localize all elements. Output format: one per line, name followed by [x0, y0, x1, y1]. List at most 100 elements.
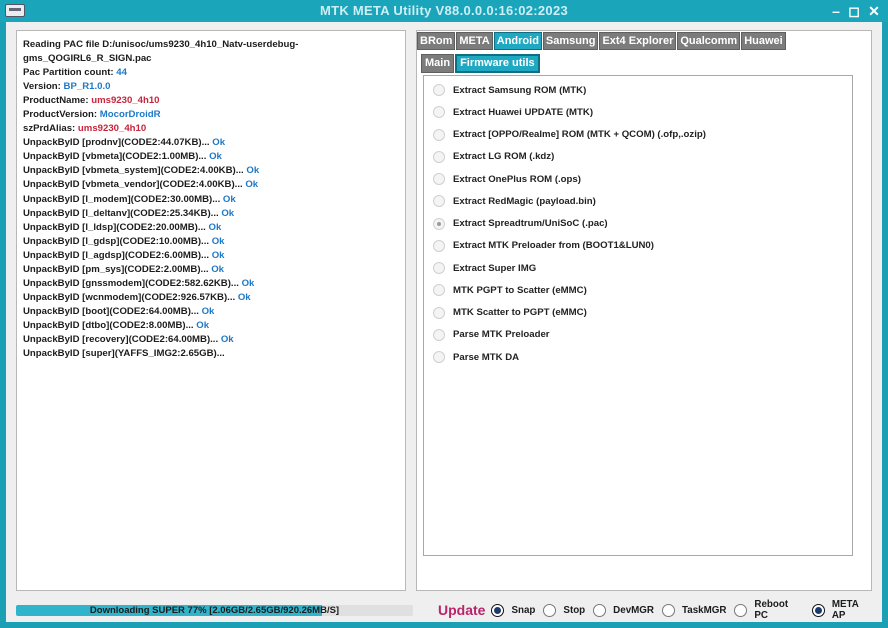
radio-button[interactable]: [543, 603, 557, 617]
radio-button[interactable]: [433, 84, 445, 96]
option-stop[interactable]: Stop: [543, 603, 586, 617]
log-text: UnpackByID [vbmeta](CODE2:1.00MB)...: [23, 151, 210, 163]
log-line: UnpackByID [l_modem](CODE2:30.00MB)... O…: [23, 193, 298, 207]
tab-android[interactable]: Android: [493, 32, 542, 50]
option-label: MTK Scatter to PGPT (eMMC): [453, 307, 587, 318]
firmware-option[interactable]: Parse MTK Preloader: [433, 327, 550, 343]
log-line: Pac Partition count: 44: [23, 66, 298, 80]
radio-button[interactable]: [433, 150, 445, 163]
radio-button[interactable]: [433, 239, 445, 252]
radio-button[interactable]: [433, 173, 445, 185]
option-reboot-pc[interactable]: Reboot PC: [734, 599, 803, 621]
option-snap[interactable]: Snap: [491, 603, 535, 617]
log-text: UnpackByID [l_ldsp](CODE2:20.00MB)...: [23, 221, 209, 233]
tab-meta[interactable]: META: [456, 32, 493, 50]
option-label: Parse MTK DA: [453, 351, 520, 363]
log-line: ProductVersion: MocorDroidR: [23, 108, 298, 122]
tab-ext4-explorer[interactable]: Ext4 Explorer: [599, 32, 677, 50]
firmware-option[interactable]: MTK PGPT to Scatter (eMMC): [433, 282, 587, 298]
firmware-option[interactable]: Extract Huawei UPDATE (MTK): [433, 104, 593, 120]
option-label: Extract [OPPO/Realme] ROM (MTK + QCOM) (…: [453, 129, 706, 140]
log-line: UnpackByID [gnssmodem](CODE2:582.62KB)..…: [23, 277, 298, 291]
radio-button[interactable]: [433, 217, 445, 230]
log-value: Ok: [211, 235, 225, 247]
option-label: Extract Super IMG: [453, 262, 537, 274]
close-icon[interactable]: ✕: [866, 3, 882, 19]
firmware-option[interactable]: Extract Super IMG: [433, 260, 536, 276]
bottom-options-bar: Update Snap Stop DevMGR TaskMGR Reboot PC MET…: [438, 599, 882, 621]
tab-main[interactable]: Main: [421, 54, 455, 73]
radio-button[interactable]: [433, 128, 445, 141]
radio-button[interactable]: [593, 603, 607, 617]
firmware-utils-options: Extract Samsung ROM (MTK) Extract Huawei …: [423, 75, 853, 556]
firmware-option[interactable]: Extract OnePlus ROM (.ops): [433, 171, 581, 187]
main-window: Reading PAC file D:/unisoc/ums9230_4h10_…: [6, 22, 882, 622]
log-line: UnpackByID [l_ldsp](CODE2:20.00MB)... Ok: [23, 221, 298, 235]
log-text: gms_QOGIRL6_R_SIGN.pac: [23, 53, 152, 65]
tab-brom[interactable]: BRom: [417, 32, 456, 50]
log-line: UnpackByID [dtbo](CODE2:8.00MB)... Ok: [23, 319, 298, 333]
option-label: Extract Huawei UPDATE (MTK): [453, 106, 594, 118]
log-text: Pac Partition count:: [23, 67, 117, 79]
radio-button[interactable]: [433, 284, 445, 297]
radio-button[interactable]: [433, 106, 445, 119]
log-line: UnpackByID [boot](CODE2:64.00MB)... Ok: [23, 305, 298, 319]
log-text: UnpackByID [l_agdsp](CODE2:6.00MB)...: [23, 249, 212, 261]
log-line: Reading PAC file D:/unisoc/ums9230_4h10_…: [23, 38, 298, 52]
radio-button[interactable]: [433, 351, 445, 363]
tab-qualcomm[interactable]: Qualcomm: [677, 32, 741, 50]
radio-button[interactable]: [734, 603, 748, 617]
firmware-option[interactable]: Parse MTK DA: [433, 349, 519, 365]
firmware-option[interactable]: Extract MTK Preloader from (BOOT1&LUN0): [433, 238, 654, 254]
option-taskmgr[interactable]: TaskMGR: [662, 603, 726, 617]
option-label: Stop: [563, 604, 586, 616]
log-value: BP_R1.0.0: [63, 81, 111, 93]
log-panel[interactable]: Reading PAC file D:/unisoc/ums9230_4h10_…: [16, 30, 406, 591]
tab-samsung[interactable]: Samsung: [542, 32, 599, 50]
option-label: Reboot PC: [754, 599, 789, 621]
log-value: Ok: [241, 277, 255, 289]
radio-button[interactable]: [433, 195, 445, 208]
option-label: MTK PGPT to Scatter (eMMC): [453, 284, 587, 296]
log-line: UnpackByID [wcnmodem](CODE2:926.57KB)...…: [23, 291, 298, 305]
tab-firmware-utils[interactable]: Firmware utils: [455, 54, 540, 73]
log-line: UnpackByID [recovery](CODE2:64.00MB)... …: [23, 333, 298, 347]
log-line: UnpackByID [l_gdsp](CODE2:10.00MB)... Ok: [23, 235, 298, 249]
log-value: Ok: [201, 305, 215, 317]
radio-button[interactable]: [811, 603, 825, 617]
firmware-option[interactable]: Extract Spreadtrum/UniSoC (.pac): [433, 216, 608, 232]
log-text: Version:: [23, 81, 64, 93]
log-line: UnpackByID [l_agdsp](CODE2:6.00MB)... Ok: [23, 249, 298, 263]
tab-huawei[interactable]: Huawei: [741, 32, 786, 50]
log-line: UnpackByID [vbmeta_system](CODE2:4.00KB)…: [23, 164, 298, 178]
log-text: UnpackByID [l_modem](CODE2:30.00MB)...: [23, 193, 223, 205]
log-line: UnpackByID [vbmeta_vendor](CODE2:4.00KB)…: [23, 178, 298, 192]
maximize-icon[interactable]: ◻: [846, 3, 862, 19]
option-label: META AP: [831, 599, 859, 621]
firmware-option[interactable]: Extract Samsung ROM (MTK): [433, 82, 586, 98]
radio-button[interactable]: [433, 262, 445, 274]
log-text: szPrdAlias:: [23, 123, 78, 135]
firmware-option[interactable]: MTK Scatter to PGPT (eMMC): [433, 305, 587, 321]
radio-button[interactable]: [662, 603, 676, 617]
minimize-icon[interactable]: –: [828, 3, 844, 19]
log-value: Ok: [220, 333, 234, 345]
firmware-option[interactable]: Extract [OPPO/Realme] ROM (MTK + QCOM) (…: [433, 127, 706, 143]
radio-button[interactable]: [433, 306, 445, 319]
android-tab-content: Main Firmware utils Extract Samsung ROM (…: [421, 54, 855, 557]
log-text: UnpackByID [prodnv](CODE2:44.07KB)...: [23, 137, 213, 149]
log-value: Ok: [245, 179, 259, 191]
option-meta-ap[interactable]: META AP: [811, 599, 874, 621]
firmware-option[interactable]: Extract RedMagic (payload.bin): [433, 193, 596, 209]
log-line: gms_QOGIRL6_R_SIGN.pac: [23, 52, 298, 66]
update-link[interactable]: Update: [438, 602, 485, 618]
log-value: Ok: [221, 207, 235, 219]
radio-button[interactable]: [433, 328, 445, 341]
option-label: DevMGR: [613, 604, 655, 616]
option-label: Extract MTK Preloader from (BOOT1&LUN0): [453, 240, 654, 252]
option-devmgr[interactable]: DevMGR: [593, 603, 655, 617]
progress-bar: Downloading SUPER 77% [2.06GB/2.65GB/920…: [16, 605, 413, 616]
radio-button[interactable]: [491, 603, 505, 617]
log-text: UnpackByID [wcnmodem](CODE2:926.57KB)...: [23, 291, 238, 303]
firmware-option[interactable]: Extract LG ROM (.kdz): [433, 149, 554, 165]
